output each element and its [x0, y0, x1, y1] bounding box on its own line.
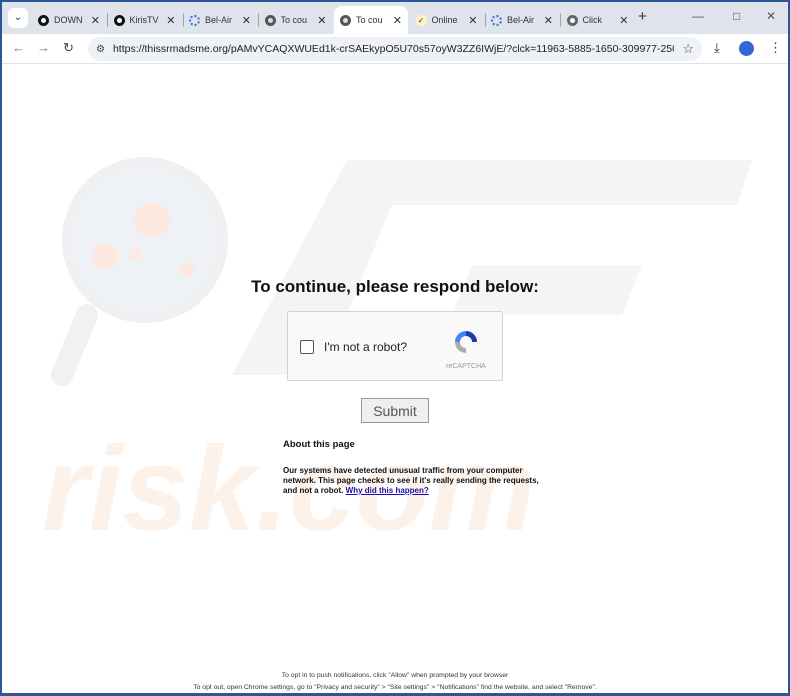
- tab-close-icon[interactable]: ✕: [91, 14, 100, 27]
- tab[interactable]: Bel-Air ✕: [485, 6, 559, 34]
- tab-close-icon[interactable]: ✕: [619, 14, 628, 27]
- menu-kebab-icon[interactable]: ⋮: [769, 40, 782, 56]
- captcha-label: I'm not a robot?: [324, 340, 408, 354]
- tab-search-button[interactable]: ⌄: [8, 8, 28, 28]
- tab-title: Bel-Air: [507, 15, 535, 25]
- minimize-button[interactable]: —: [692, 9, 704, 23]
- url-text[interactable]: https://thissrmadsme.org/pAMvYCAQXWUEd1k…: [113, 43, 674, 55]
- tab-title: DOWN: [54, 15, 83, 25]
- reload-button[interactable]: ↻: [63, 40, 74, 56]
- tab-title: To cou: [356, 15, 383, 25]
- recaptcha-logo: reCAPTCHA: [446, 328, 486, 370]
- check-icon: ✓: [415, 14, 427, 26]
- globe-icon: [264, 14, 276, 26]
- loading-spinner-icon: [491, 14, 502, 26]
- page-content: risk.com To continue, please respond bel…: [2, 65, 788, 693]
- loading-spinner-icon: [189, 14, 200, 26]
- tab-close-icon[interactable]: ✕: [242, 14, 251, 27]
- site-settings-icon[interactable]: ⚙: [96, 44, 105, 55]
- tab[interactable]: DOWN ✕: [32, 6, 106, 34]
- tab-close-icon[interactable]: ✕: [166, 14, 175, 27]
- maximize-button[interactable]: □: [733, 9, 740, 23]
- black-circle-icon: [113, 14, 125, 26]
- forward-button[interactable]: →: [37, 40, 50, 55]
- footer-optin-text: To opt in to push notifications, click "…: [281, 672, 509, 679]
- download-icon[interactable]: ⤓: [714, 40, 720, 56]
- tab[interactable]: Bel-Air ✕: [183, 6, 257, 34]
- profile-avatar[interactable]: [739, 41, 754, 56]
- tab[interactable]: Click ✕: [561, 6, 635, 34]
- tab[interactable]: To cou ✕: [259, 6, 333, 34]
- tab-close-icon[interactable]: ✕: [317, 14, 326, 27]
- captcha-checkbox[interactable]: [300, 340, 314, 354]
- bookmark-star-icon[interactable]: ☆: [682, 41, 694, 57]
- new-tab-button[interactable]: +: [638, 8, 647, 25]
- about-title: About this page: [283, 439, 355, 450]
- tab-close-icon[interactable]: ✕: [544, 14, 553, 27]
- tab[interactable]: KirisTV ✕: [108, 6, 182, 34]
- globe-icon: [340, 14, 351, 26]
- address-toolbar: ← → ↻ ⚙ https://thissrmadsme.org/pAMvYCA…: [2, 34, 788, 64]
- tab-close-icon[interactable]: ✕: [393, 14, 402, 27]
- about-description: Our systems have detected unusual traffi…: [283, 466, 553, 496]
- browser-window: ⌄ DOWN ✕ KirisTV ✕ Bel-Air ✕ To cou ✕ To cou ✕ ✓ On…: [2, 2, 788, 693]
- tab-bar: ⌄ DOWN ✕ KirisTV ✕ Bel-Air ✕ To cou ✕ To cou ✕ ✓ On…: [2, 2, 788, 34]
- submit-button[interactable]: Submit: [361, 398, 429, 423]
- tab-title: Online: [431, 15, 458, 25]
- address-bar[interactable]: ⚙ https://thissrmadsme.org/pAMvYCAQXWUEd…: [88, 37, 702, 61]
- recaptcha-brand: reCAPTCHA: [446, 363, 486, 370]
- page-heading: To continue, please respond below:: [251, 277, 539, 296]
- close-window-button[interactable]: ✕: [766, 9, 776, 23]
- back-button[interactable]: ←: [12, 40, 25, 55]
- footer-optout-text: To opt out, open Chrome settings, go to …: [193, 684, 597, 691]
- tab-title: To cou: [280, 15, 308, 25]
- tab-title: Click: [582, 15, 603, 25]
- tab[interactable]: ✓ Online ✕: [410, 6, 484, 34]
- tab-title: KirisTV: [129, 15, 159, 25]
- tab-close-icon[interactable]: ✕: [468, 14, 477, 27]
- recaptcha-widget: I'm not a robot? reCAPTCHA: [287, 311, 503, 381]
- robot-icon: [566, 14, 578, 26]
- tab-title: Bel-Air: [205, 15, 233, 25]
- recaptcha-icon: [455, 331, 477, 353]
- tab[interactable]: To cou ✕: [334, 6, 408, 34]
- black-circle-icon: [38, 14, 49, 26]
- why-link[interactable]: Why did this happen?: [346, 486, 429, 495]
